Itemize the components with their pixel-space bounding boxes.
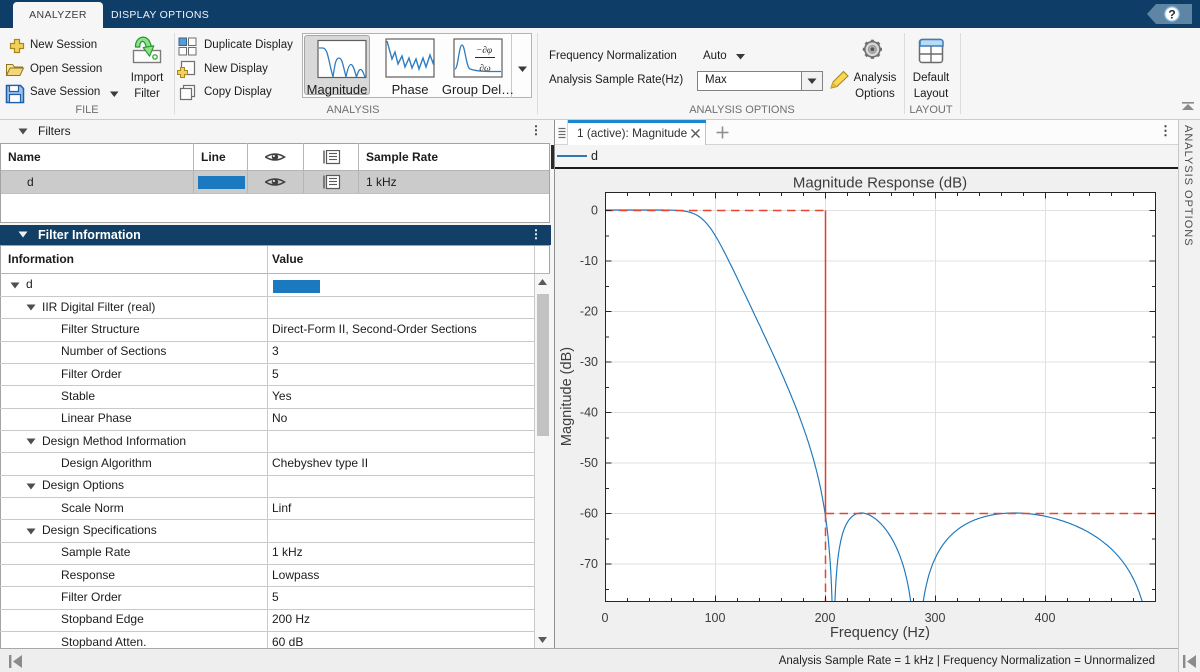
svg-text:0: 0: [602, 611, 609, 625]
svg-text:-40: -40: [580, 406, 598, 420]
svg-text:100: 100: [705, 611, 726, 625]
svg-text:Magnitude Response (dB): Magnitude Response (dB): [793, 175, 967, 192]
svg-text:−∂φ: −∂φ: [476, 46, 492, 56]
svg-text:-10: -10: [580, 254, 598, 268]
svg-text:∂ω: ∂ω: [479, 64, 491, 74]
svg-text:400: 400: [1035, 611, 1056, 625]
svg-text:-20: -20: [580, 305, 598, 319]
svg-text:-60: -60: [580, 507, 598, 521]
svg-text:-30: -30: [580, 355, 598, 369]
svg-text:0: 0: [591, 204, 598, 218]
svg-text:?: ?: [1168, 7, 1175, 21]
svg-text:300: 300: [925, 611, 946, 625]
svg-text:200: 200: [815, 611, 836, 625]
svg-text:-50: -50: [580, 456, 598, 470]
svg-text:Frequency (Hz): Frequency (Hz): [830, 625, 930, 641]
svg-text:Magnitude (dB): Magnitude (dB): [559, 347, 575, 446]
svg-text:-70: -70: [580, 557, 598, 571]
